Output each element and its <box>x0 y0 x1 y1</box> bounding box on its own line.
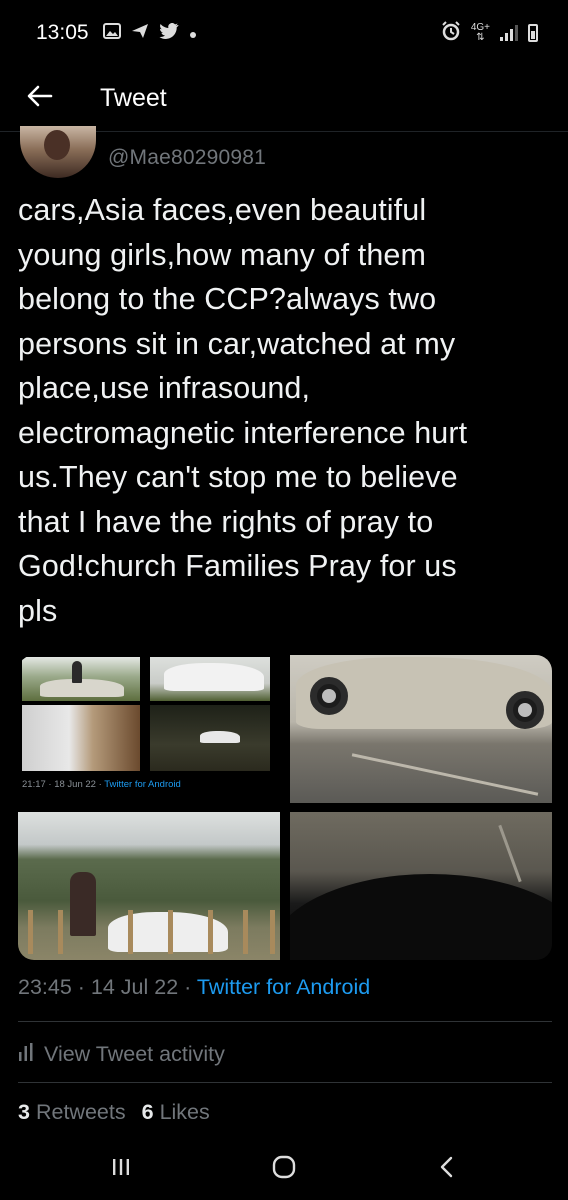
person-shape <box>72 661 82 683</box>
source-app-link[interactable]: Twitter for Android <box>197 975 370 999</box>
tweet-text-line: God!church Families Pray for us <box>18 549 457 583</box>
view-activity-button[interactable]: View Tweet activity <box>18 1038 225 1070</box>
car-shape <box>164 663 264 691</box>
collage-photo-field-car <box>22 657 140 701</box>
bar-chart-icon <box>18 1042 34 1067</box>
tweet-text-line: young girls,how many of them <box>18 237 426 272</box>
dashboard-shape <box>290 874 552 960</box>
system-nav-bar <box>0 1138 568 1200</box>
recents-button[interactable] <box>91 1144 151 1194</box>
tweet-text-line: electromagnetic interference hurt <box>18 415 468 450</box>
collage-photo-window <box>22 705 140 771</box>
embedded-tweet-meta: 21:17 · 18 Jun 22 · Twitter for Android <box>22 779 181 790</box>
fence-post <box>270 910 275 954</box>
data-arrows-icon: ⇅ <box>476 32 485 43</box>
media-image-1[interactable]: 21:17 · 18 Jun 22 · Twitter for Android <box>18 655 280 803</box>
media-image-3[interactable] <box>18 812 280 960</box>
arrow-left-icon <box>27 85 53 112</box>
page-title: Tweet <box>100 84 167 112</box>
retweets-label: Retweets <box>35 1100 126 1124</box>
media-grid: 21:17 · 18 Jun 22 · Twitter for Android <box>18 655 552 960</box>
divider <box>18 1021 552 1022</box>
dot-icon <box>189 23 197 44</box>
avatar-face <box>44 130 70 160</box>
tweet-text: cars,Asia faces,even beautiful young gir… <box>18 188 553 633</box>
likes-label: Likes <box>159 1100 210 1124</box>
home-icon <box>271 1154 297 1185</box>
tweet-date[interactable]: 14 Jul 22 <box>91 975 178 999</box>
tweet-text-line: us.They can't stop me to believe <box>18 460 458 494</box>
twitter-bird-icon <box>159 22 179 44</box>
collage-photo-white-car <box>150 657 270 701</box>
gallery-icon <box>102 22 121 44</box>
fence-post <box>208 910 213 954</box>
retweets-stat[interactable]: 3 Retweets <box>18 1100 126 1125</box>
recents-icon <box>110 1156 132 1183</box>
tweet-text-line: pls <box>18 593 58 628</box>
tweet-timestamp: 23:45 · 14 Jul 22 · Twitter for Android <box>18 975 370 1000</box>
separator: · <box>178 975 197 999</box>
road-line <box>498 824 522 883</box>
retweets-count: 3 <box>18 1100 30 1124</box>
embedded-app-link: Twitter for Android <box>104 779 181 790</box>
likes-stat[interactable]: 6 Likes <box>142 1100 210 1125</box>
fence-post <box>58 910 63 954</box>
fence-post <box>28 910 33 954</box>
signal-icon <box>500 25 518 41</box>
battery-icon <box>528 24 538 42</box>
back-button[interactable] <box>0 66 80 132</box>
home-button[interactable] <box>254 1144 314 1194</box>
tweet-header: Tweet <box>0 66 568 132</box>
tweet-time[interactable]: 23:45 <box>18 975 72 999</box>
car-wheel <box>310 677 348 715</box>
back-chevron-icon <box>437 1155 457 1184</box>
tweet-text-line: cars,Asia faces,even beautiful <box>18 193 427 227</box>
status-icons-right: 4G+ ⇅ <box>441 20 538 46</box>
car-shape <box>200 731 240 743</box>
person-shape <box>70 872 96 936</box>
collage-photo-night-car <box>150 705 270 771</box>
status-bar: 13:05 4G+ ⇅ <box>0 0 568 66</box>
tweet-text-line: persons sit in car,watched at my <box>18 326 456 361</box>
road-line <box>351 753 539 796</box>
status-icons-left <box>102 22 197 44</box>
tweet-text-line: belong to the CCP?always two <box>18 282 437 316</box>
fence-post <box>243 910 248 954</box>
likes-count: 6 <box>141 1100 154 1124</box>
alarm-icon <box>441 20 461 46</box>
media-image-4[interactable] <box>290 812 552 960</box>
separator: · <box>71 975 91 999</box>
divider <box>18 1082 552 1083</box>
embedded-time: 21:17 · 18 Jun 22 · <box>22 779 105 790</box>
tweet-text-line: place,use infrasound, <box>18 371 311 405</box>
author-handle[interactable]: @Mae80290981 <box>108 146 266 170</box>
send-icon <box>131 23 149 44</box>
status-time: 13:05 <box>36 21 89 44</box>
fence-post <box>168 910 173 954</box>
network-4g-icon: 4G+ ⇅ <box>471 23 490 43</box>
system-back-button[interactable] <box>417 1144 477 1194</box>
tweet-text-line: that I have the rights of pray to <box>18 504 434 539</box>
view-activity-label: View Tweet activity <box>44 1041 225 1066</box>
author-row: @Mae80290981 <box>20 126 550 182</box>
media-image-2[interactable] <box>290 655 552 803</box>
car-wheel <box>506 691 544 729</box>
tweet-stats: 3 Retweets 6 Likes <box>18 1100 210 1125</box>
car-shape <box>40 679 124 697</box>
fence-post <box>128 910 133 954</box>
avatar[interactable] <box>20 126 96 178</box>
